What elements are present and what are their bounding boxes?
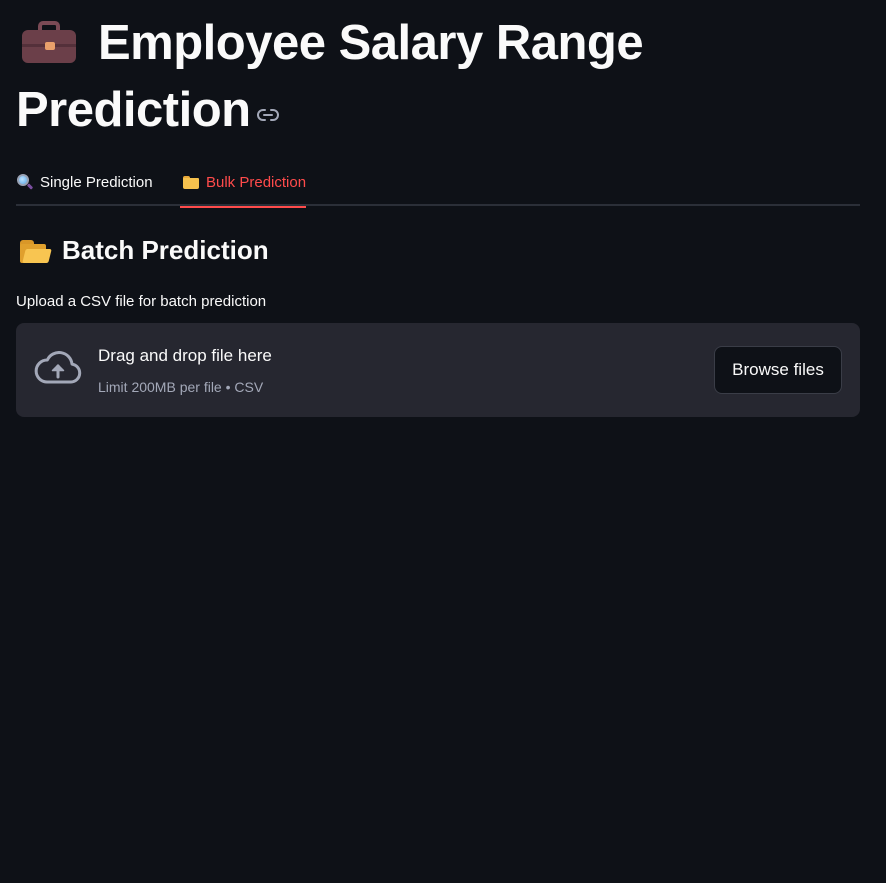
uploader-label: Upload a CSV file for batch prediction xyxy=(16,293,267,310)
briefcase-icon xyxy=(22,21,76,63)
folder-icon xyxy=(182,173,200,191)
page-title-line2: Prediction xyxy=(16,83,251,137)
page-title: Employee Salary Range Prediction xyxy=(16,12,716,142)
tab-single-prediction-label: Single Prediction xyxy=(40,173,153,191)
page-title-line1: Employee Salary Range xyxy=(98,16,644,70)
link-icon[interactable] xyxy=(256,75,279,138)
browse-files-button[interactable]: Browse files xyxy=(714,346,842,394)
dropzone-limit: Limit 200MB per file • CSV xyxy=(98,379,264,395)
tab-bulk-prediction[interactable]: Bulk Prediction xyxy=(179,158,307,208)
tab-bulk-prediction-label: Bulk Prediction xyxy=(206,173,307,191)
tab-bar: Single Prediction Bulk Prediction xyxy=(16,158,860,208)
magnifying-glass-icon xyxy=(16,173,34,191)
section-title: Batch Prediction xyxy=(20,235,269,266)
dropzone-instructions: Drag and drop file here xyxy=(98,346,272,365)
tab-single-prediction[interactable]: Single Prediction xyxy=(16,158,153,206)
app-page: Employee Salary Range Prediction Single … xyxy=(0,0,886,883)
open-folder-icon xyxy=(20,238,52,264)
file-dropzone[interactable]: Drag and drop file here Limit 200MB per … xyxy=(16,323,860,417)
cloud-upload-icon xyxy=(34,351,82,389)
section-title-text: Batch Prediction xyxy=(62,235,269,265)
